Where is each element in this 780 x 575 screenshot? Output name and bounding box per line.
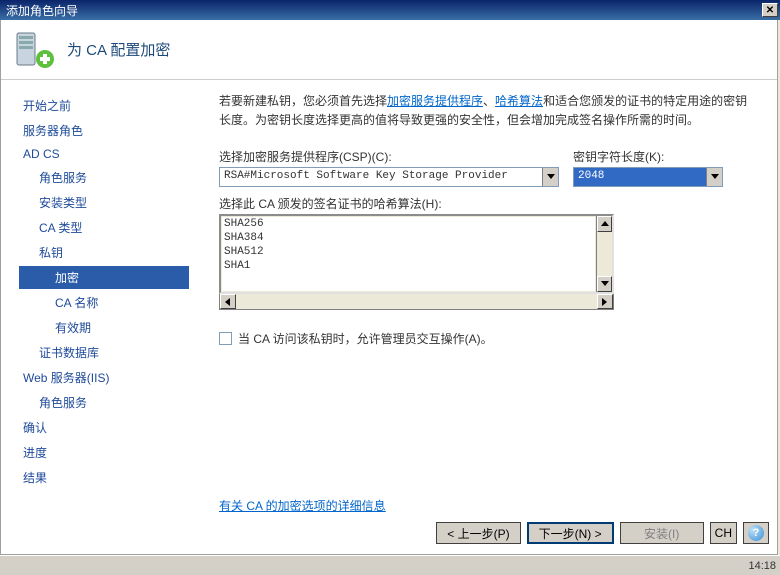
hash-option[interactable]: SHA1 [222, 259, 595, 273]
next-button[interactable]: 下一步(N) > [527, 522, 614, 544]
chevron-down-icon[interactable] [706, 168, 722, 186]
checkbox-label: 当 CA 访问该私钥时，允许管理员交互操作(A)。 [238, 330, 493, 347]
hash-label: 选择此 CA 颁发的签名证书的哈希算法(H): [219, 195, 759, 212]
sidebar-item-web-server-iis[interactable]: Web 服务器(IIS) [19, 366, 201, 389]
sidebar-item-iis-role-services[interactable]: 角色服务 [19, 391, 201, 414]
hash-listbox[interactable]: SHA256 SHA384 SHA512 SHA1 [219, 214, 614, 294]
vertical-scrollbar[interactable] [596, 216, 612, 292]
sidebar: 开始之前 服务器角色 AD CS 角色服务 安装类型 CA 类型 私钥 加密 C… [1, 80, 201, 510]
allow-admin-interact-checkbox[interactable] [219, 332, 232, 345]
csp-value: RSA#Microsoft Software Key Storage Provi… [220, 168, 542, 186]
intro-text: 若要新建私钥，您必须首先选择加密服务提供程序、哈希算法和适合您颁发的证书的特定用… [219, 92, 759, 130]
sidebar-item-before-begin[interactable]: 开始之前 [19, 94, 201, 117]
scroll-down-icon[interactable] [597, 276, 612, 292]
scroll-left-icon[interactable] [220, 294, 236, 309]
cancel-button[interactable]: CH [710, 522, 737, 544]
keylen-dropdown[interactable]: 2048 [573, 167, 723, 187]
previous-button[interactable]: < 上一步(P) [436, 522, 520, 544]
hash-option[interactable]: SHA512 [222, 245, 595, 259]
page-title: 为 CA 配置加密 [67, 39, 170, 60]
window-title: 添加角色向导 [6, 2, 78, 19]
sidebar-item-private-key[interactable]: 私钥 [19, 241, 201, 264]
close-button[interactable]: ✕ [762, 3, 778, 17]
keylen-value: 2048 [574, 168, 706, 186]
sidebar-item-cryptography[interactable]: 加密 [19, 266, 189, 289]
content-area: 若要新建私钥，您必须首先选择加密服务提供程序、哈希算法和适合您颁发的证书的特定用… [201, 80, 777, 510]
install-button: 安装(I) [620, 522, 704, 544]
link-hash[interactable]: 哈希算法 [495, 94, 543, 108]
wizard-button-row: < 上一步(P) 下一步(N) > 安装(I) CH ? [436, 522, 769, 544]
hash-option[interactable]: SHA256 [222, 217, 595, 231]
sidebar-item-role-services[interactable]: 角色服务 [19, 166, 201, 189]
sidebar-item-server-roles[interactable]: 服务器角色 [19, 119, 201, 142]
sidebar-item-ca-name[interactable]: CA 名称 [19, 291, 201, 314]
sidebar-item-ca-type[interactable]: CA 类型 [19, 216, 201, 239]
csp-label: 选择加密服务提供程序(CSP)(C): [219, 148, 559, 165]
sidebar-item-setup-type[interactable]: 安装类型 [19, 191, 201, 214]
csp-dropdown[interactable]: RSA#Microsoft Software Key Storage Provi… [219, 167, 559, 187]
details-link[interactable]: 有关 CA 的加密选项的详细信息 [219, 497, 759, 514]
sidebar-item-validity[interactable]: 有效期 [19, 316, 201, 339]
sidebar-item-cert-db[interactable]: 证书数据库 [19, 341, 201, 364]
hash-option[interactable]: SHA384 [222, 231, 595, 245]
sidebar-item-results[interactable]: 结果 [19, 466, 201, 489]
sidebar-item-confirm[interactable]: 确认 [19, 416, 201, 439]
link-csp[interactable]: 加密服务提供程序 [387, 94, 483, 108]
scroll-up-icon[interactable] [597, 216, 612, 232]
help-button[interactable]: ? [743, 522, 769, 544]
chevron-down-icon[interactable] [542, 168, 558, 186]
titlebar: 添加角色向导 ✕ [0, 0, 780, 20]
sidebar-item-adcs[interactable]: AD CS [19, 144, 201, 164]
keylen-label: 密钥字符长度(K): [573, 148, 723, 165]
taskbar: 14:18 [0, 555, 780, 575]
horizontal-scrollbar[interactable] [219, 294, 614, 310]
help-icon: ? [748, 525, 764, 541]
header: 为 CA 配置加密 [1, 20, 777, 80]
scroll-right-icon[interactable] [597, 294, 613, 309]
window-body: 为 CA 配置加密 开始之前 服务器角色 AD CS 角色服务 安装类型 CA … [0, 20, 778, 555]
clock: 14:18 [748, 560, 776, 572]
sidebar-item-progress[interactable]: 进度 [19, 441, 201, 464]
wizard-icon [13, 29, 55, 71]
